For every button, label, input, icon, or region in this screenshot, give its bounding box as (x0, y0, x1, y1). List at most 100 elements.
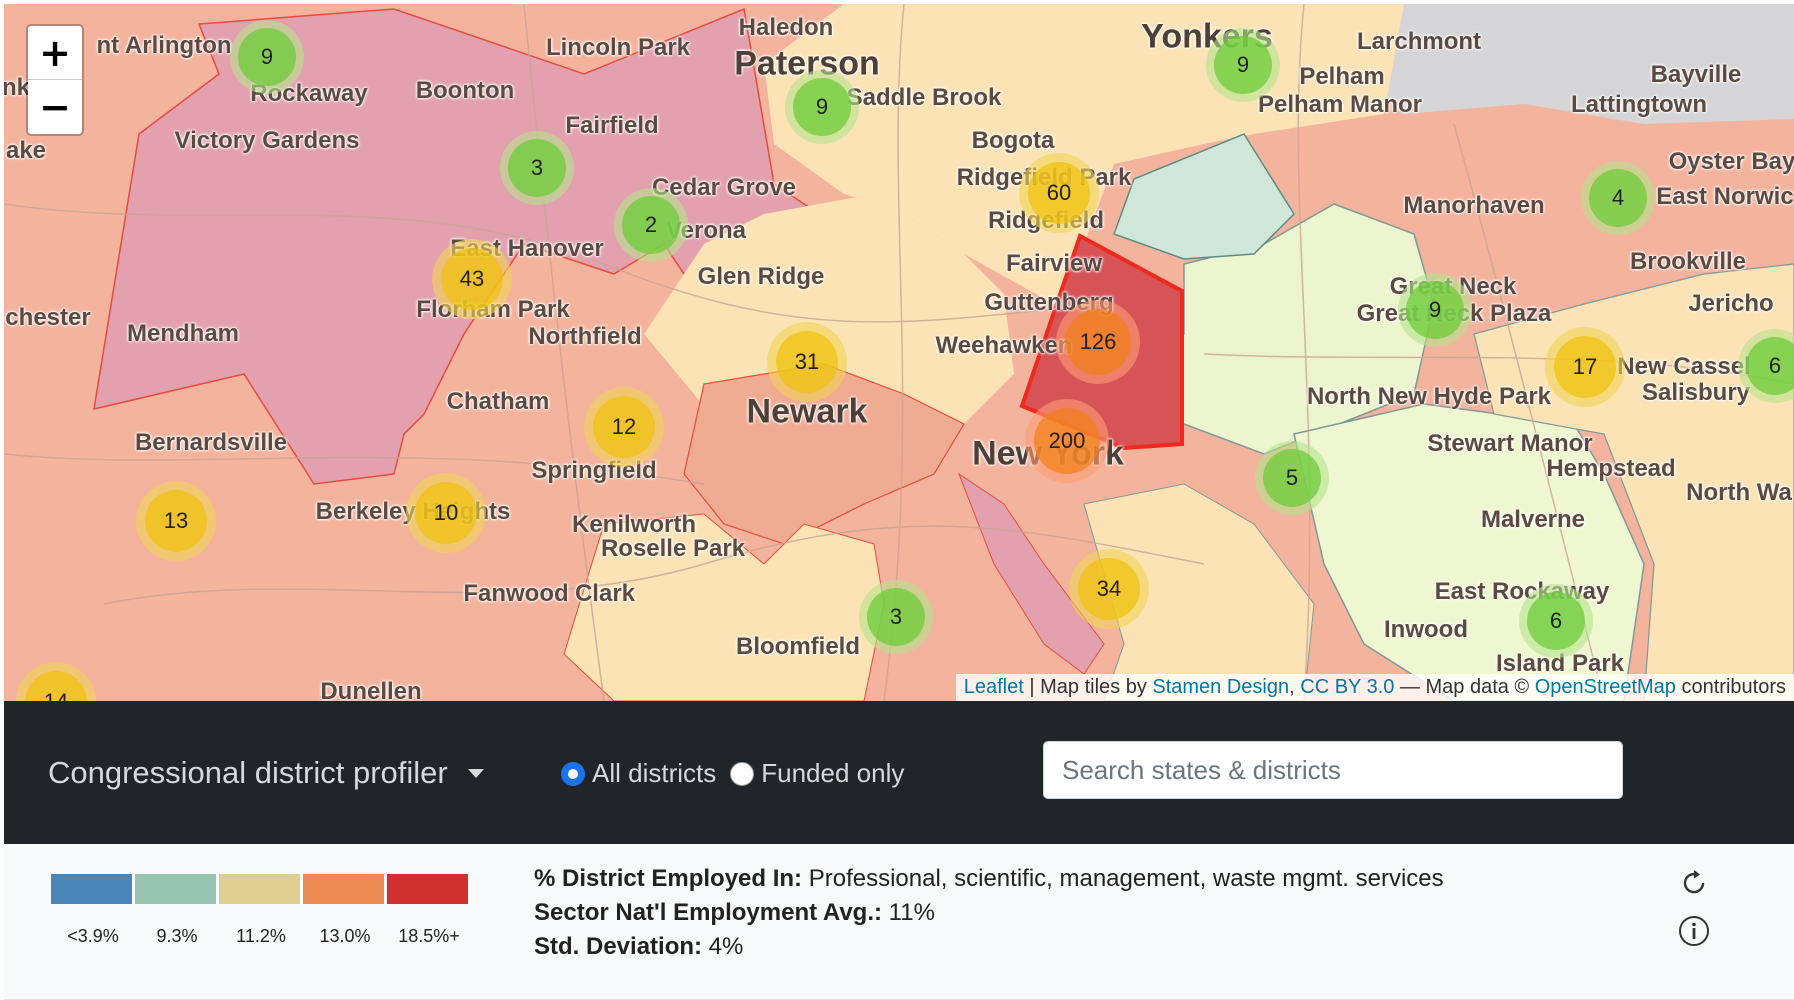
place-label: Mendham (126, 320, 240, 347)
cluster-count: 200 (1034, 408, 1100, 474)
marker-cluster[interactable]: 9 (1206, 28, 1280, 102)
place-label: Bogota (971, 127, 1055, 154)
stat-national-avg: Sector Nat'l Employment Avg.: 11% (534, 896, 1444, 930)
marker-cluster[interactable]: 17 (1545, 327, 1625, 407)
marker-cluster[interactable]: 10 (406, 473, 486, 553)
cluster-count: 5 (1263, 449, 1321, 507)
marker-cluster[interactable]: 31 (767, 322, 847, 402)
place-label: Haledon (738, 14, 834, 41)
radio-unchecked-icon[interactable] (730, 761, 755, 786)
radio-all-districts[interactable]: All districts (561, 758, 716, 789)
marker-cluster[interactable]: 200 (1025, 399, 1109, 483)
cluster-count: 10 (415, 482, 477, 544)
cluster-count: 6 (1527, 592, 1585, 650)
place-label: Glen Ridge (697, 263, 825, 290)
place-label: Weehawken (935, 332, 1073, 359)
marker-cluster[interactable]: 9 (1398, 273, 1472, 347)
cluster-count: 9 (1214, 36, 1272, 94)
search-input[interactable]: Search states & districts (1043, 741, 1623, 799)
place-label: Clark (574, 580, 636, 607)
place-label: Dunellen (320, 678, 422, 701)
attribution-data: — Map data © (1394, 676, 1535, 698)
place-label: Roselle Park (600, 535, 746, 562)
toolbar: Congressional district profiler All dist… (4, 701, 1794, 844)
place-label: Malverne (1480, 506, 1586, 533)
cluster-count: 13 (145, 490, 207, 552)
marker-cluster[interactable]: 3 (859, 580, 933, 654)
district-map[interactable]: Haledon Paterson Lincoln Park nt Arlington R… (4, 4, 1794, 701)
leaflet-link[interactable]: Leaflet (964, 676, 1024, 698)
place-label: Oyster Bay (1668, 148, 1794, 175)
marker-cluster[interactable]: 6 (1519, 584, 1593, 658)
legend-swatch (51, 874, 132, 904)
marker-cluster[interactable]: 2 (614, 188, 688, 262)
cluster-count: 34 (1078, 558, 1140, 620)
cc-link[interactable]: CC BY 3.0 (1300, 676, 1394, 698)
radio-all-label: All districts (592, 758, 717, 788)
place-label: New Cassel (1617, 353, 1751, 380)
cluster-count: 2 (622, 196, 680, 254)
marker-cluster[interactable]: 5 (1255, 441, 1329, 515)
marker-cluster[interactable]: 3 (500, 131, 574, 205)
legend-swatch (219, 874, 300, 904)
map-attribution: Leaflet | Map tiles by Stamen Design, CC… (955, 674, 1794, 701)
place-label: Salisbury (1641, 379, 1751, 406)
radio-funded-only[interactable]: Funded only (730, 758, 904, 789)
marker-cluster[interactable]: 4 (1581, 161, 1655, 235)
zoom-out-button[interactable]: − (28, 80, 82, 134)
marker-cluster[interactable]: 60 (1019, 153, 1099, 233)
place-label: chester (5, 304, 91, 331)
place-label: nt Arlington (96, 32, 232, 59)
attribution-text: | Map tiles by (1023, 676, 1153, 698)
legend-swatch-label: 18.5%+ (398, 926, 460, 946)
stat-employed-in: % District Employed In: Professional, sc… (534, 862, 1444, 896)
radio-checked-icon[interactable] (561, 761, 585, 786)
place-label: Fairview (1005, 250, 1103, 277)
place-label: North New Hyde Park (1306, 383, 1552, 410)
cluster-count: 3 (867, 588, 925, 646)
legend-swatch-label: <3.9% (67, 926, 119, 946)
place-label: Fairfield (565, 112, 659, 139)
place-label: Manorhaven (1403, 192, 1545, 219)
legend-swatch (303, 874, 384, 904)
zoom-in-button[interactable]: + (28, 26, 82, 80)
marker-cluster[interactable]: 126 (1056, 300, 1140, 384)
legend-swatch (387, 874, 468, 904)
info-icon[interactable] (1677, 914, 1711, 948)
place-label: Bayville (1650, 61, 1742, 88)
marker-cluster[interactable]: 9 (230, 20, 304, 94)
legend-swatch-label: 9.3% (156, 926, 198, 946)
place-label: Stewart Manor (1427, 430, 1593, 457)
refresh-icon[interactable] (1677, 866, 1711, 900)
cluster-count: 6 (1746, 337, 1794, 395)
place-label: Bloomfield (736, 633, 860, 660)
osm-link[interactable]: OpenStreetMap (1535, 676, 1676, 698)
marker-cluster[interactable]: 9 (785, 70, 859, 144)
marker-cluster[interactable]: 34 (1069, 549, 1149, 629)
legend-swatch-label: 13.0% (319, 926, 371, 946)
cluster-count: 126 (1065, 309, 1131, 375)
legend-panel: <3.9% 9.3% 11.2% 13.0% 18.5%+ % District Emp… (4, 844, 1794, 1000)
stat-employed-value: Professional, scientific, management, wa… (802, 865, 1444, 892)
profiler-dropdown[interactable]: Congressional district profiler (48, 755, 484, 791)
zoom-control: + − (26, 24, 84, 136)
place-label: East Norwic (1656, 183, 1794, 210)
cluster-count: 14 (25, 671, 87, 701)
caret-down-icon (467, 768, 484, 778)
district-stats: % District Employed In: Professional, sc… (534, 862, 1444, 964)
cluster-count: 4 (1589, 169, 1647, 227)
stamen-link[interactable]: Stamen Design (1152, 676, 1289, 698)
district-filter: All districts Funded only (561, 758, 918, 789)
place-label: Victory Gardens (174, 127, 360, 154)
legend-swatch (135, 874, 216, 904)
cluster-count: 9 (1406, 281, 1464, 339)
color-scale-labels: <3.9% 9.3% 11.2% 13.0% 18.5%+ (51, 926, 471, 947)
stat-std-dev: Std. Deviation: 4% (534, 930, 1444, 964)
marker-cluster[interactable]: 12 (584, 387, 664, 467)
place-label: Boonton (415, 77, 515, 104)
marker-cluster[interactable]: 13 (136, 481, 216, 561)
cluster-count: 43 (441, 248, 503, 310)
place-label: Fanwood (463, 580, 569, 607)
color-scale (51, 874, 471, 904)
marker-cluster[interactable]: 43 (432, 239, 512, 319)
